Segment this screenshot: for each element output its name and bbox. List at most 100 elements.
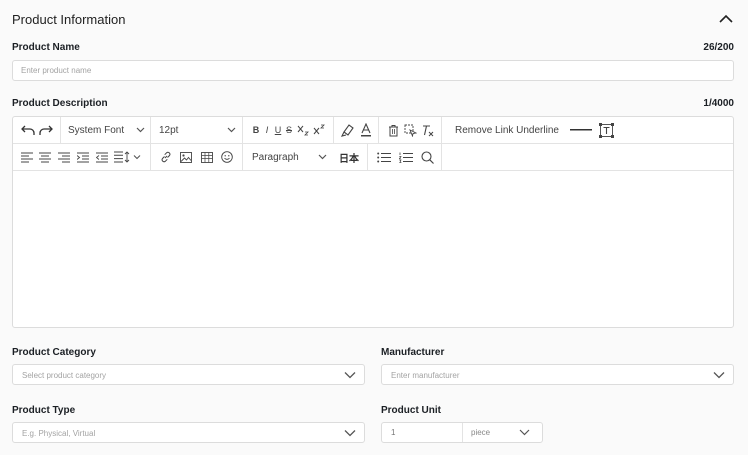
link-icon: [161, 151, 171, 163]
align-left-button[interactable]: [20, 149, 34, 165]
section-title: Product Information: [12, 12, 126, 27]
manufacturer-label: Manufacturer: [381, 347, 445, 358]
list-group: [368, 144, 442, 170]
editor-toolbar-row-1: System Font 12pt B I U S Remove Link Und…: [13, 117, 733, 144]
chevron-down-icon: [713, 372, 725, 379]
align-right-button[interactable]: [57, 149, 71, 165]
clear-group: [379, 117, 442, 143]
remove-link-underline-button[interactable]: Remove Link Underline: [451, 122, 563, 138]
text-color-icon: [361, 123, 371, 137]
chevron-down-icon: [318, 154, 327, 160]
numbered-list-icon: [399, 152, 413, 163]
indent-icon: [77, 152, 89, 162]
product-category-select[interactable]: Select product category: [12, 364, 365, 385]
font-size-dropdown[interactable]: 12pt: [151, 117, 243, 143]
align-right-icon: [58, 152, 70, 162]
product-category-placeholder: Select product category: [22, 371, 107, 380]
table-icon: [201, 151, 213, 163]
trash-icon: [388, 124, 398, 136]
product-type-select[interactable]: E.g. Physical, Virtual: [12, 422, 365, 443]
subscript-icon: [297, 125, 309, 136]
product-type-placeholder: E.g. Physical, Virtual: [22, 429, 96, 438]
product-name-input[interactable]: [12, 60, 734, 81]
product-description-label: Product Description: [12, 98, 108, 109]
search-icon: [420, 150, 434, 164]
editor-content-area[interactable]: [13, 172, 733, 327]
font-family-value: System Font: [68, 125, 125, 136]
underline-button[interactable]: U: [273, 122, 283, 138]
undo-button[interactable]: [20, 122, 36, 138]
rich-text-editor: System Font 12pt B I U S Remove Link Und…: [12, 116, 734, 328]
color-group: [334, 117, 379, 143]
chevron-up-icon: [719, 14, 733, 23]
insert-link-button[interactable]: [159, 149, 173, 165]
numbered-list-button[interactable]: [398, 149, 414, 165]
text-box-button[interactable]: [598, 122, 614, 138]
indent-button[interactable]: [76, 149, 90, 165]
select-all-button[interactable]: [403, 122, 417, 138]
redo-icon: [39, 125, 53, 135]
block-format-dropdown[interactable]: Paragraph: [243, 144, 339, 170]
clear-formatting-button[interactable]: [420, 122, 436, 138]
bold-button[interactable]: B: [251, 122, 261, 138]
emoji-icon: [221, 151, 233, 163]
align-center-button[interactable]: [38, 149, 52, 165]
align-center-icon: [39, 152, 51, 162]
italic-button[interactable]: I: [263, 122, 271, 138]
outdent-icon: [96, 152, 108, 162]
product-category-label: Product Category: [12, 347, 96, 358]
chevron-down-icon: [519, 429, 530, 436]
horizontal-line-button[interactable]: [569, 122, 593, 138]
product-name-label: Product Name: [12, 42, 80, 53]
manufacturer-placeholder: Enter manufacturer: [391, 371, 460, 380]
delete-button[interactable]: [386, 122, 400, 138]
text-box-icon: [598, 122, 614, 138]
chevron-down-icon: [344, 372, 356, 379]
superscript-icon: [313, 124, 325, 135]
collapse-button[interactable]: [718, 12, 736, 26]
insert-image-button[interactable]: [179, 149, 193, 165]
alignment-group: [13, 144, 151, 170]
redo-button[interactable]: [38, 122, 54, 138]
product-unit-select[interactable]: piece: [463, 423, 542, 442]
insert-group: [151, 144, 243, 170]
outdent-button[interactable]: [95, 149, 109, 165]
subscript-button[interactable]: [296, 122, 310, 138]
product-type-label: Product Type: [12, 405, 76, 416]
product-name-counter: 26/200: [703, 42, 734, 53]
block-format-value: Paragraph: [252, 152, 299, 163]
font-family-dropdown[interactable]: System Font: [61, 117, 151, 143]
product-unit-value: piece: [471, 428, 491, 437]
bullet-list-icon: [377, 152, 391, 162]
link-group: Remove Link Underline: [442, 117, 625, 143]
strikethrough-button[interactable]: S: [284, 122, 294, 138]
image-icon: [180, 151, 192, 163]
highlight-color-button[interactable]: [340, 122, 356, 138]
chevron-down-icon: [227, 127, 236, 133]
text-style-group: B I U S: [243, 117, 334, 143]
text-color-button[interactable]: [359, 122, 373, 138]
insert-table-button[interactable]: [200, 149, 214, 165]
line-height-dropdown[interactable]: [114, 149, 144, 165]
editor-toolbar-row-2: Paragraph 日本: [13, 144, 733, 171]
horizontal-line-icon: [570, 129, 592, 131]
line-height-icon: [114, 151, 141, 163]
manufacturer-select[interactable]: Enter manufacturer: [381, 364, 734, 385]
undo-icon: [21, 125, 35, 135]
cursor-select-icon: [404, 124, 417, 137]
font-size-value: 12pt: [159, 125, 179, 136]
find-replace-button[interactable]: [419, 149, 435, 165]
chevron-down-icon: [136, 127, 145, 133]
highlighter-icon: [341, 124, 354, 137]
product-unit-label: Product Unit: [381, 405, 441, 416]
format-group: Paragraph 日本: [243, 144, 368, 170]
chevron-down-icon: [344, 430, 356, 437]
bullet-list-button[interactable]: [376, 149, 392, 165]
product-unit-quantity-input[interactable]: [382, 423, 462, 442]
align-left-icon: [21, 152, 33, 162]
ime-button[interactable]: 日本: [337, 149, 361, 165]
superscript-button[interactable]: [312, 122, 326, 138]
insert-emoji-button[interactable]: [220, 149, 234, 165]
clear-formatting-icon: [423, 124, 434, 136]
history-group: [13, 117, 61, 143]
